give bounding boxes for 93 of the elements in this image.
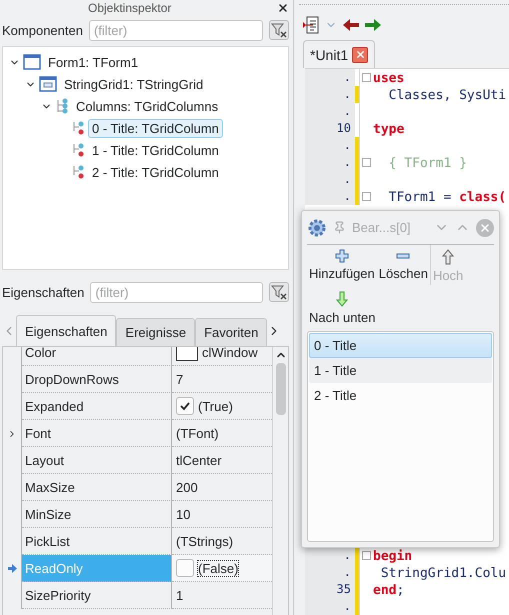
property-value: 200 [176,480,198,494]
fold-box[interactable] [362,192,371,201]
line-number: . [305,171,355,188]
property-value: (False) [198,560,238,576]
property-name[interactable]: DropDownRows [22,366,172,393]
line-number: . [305,69,355,86]
property-name[interactable]: SizePriority [22,582,172,609]
property-value: 1 [176,588,184,602]
property-value: (TFont) [176,426,219,440]
clear-filter-button[interactable] [269,282,289,302]
code-line: type [373,120,404,136]
line-number: . [305,598,355,615]
tab[interactable]: Eigenschaften [16,315,116,346]
checkmark-icon [179,400,191,412]
code-line: Classes, SysUti [388,86,506,102]
close-icon [354,49,366,60]
code-line: uses [373,70,404,86]
toolbar-button[interactable]: Löschen [376,245,430,285]
list-item[interactable]: 0 - Title [309,333,492,358]
filter-field[interactable]: (filter) [88,20,263,40]
close-tab-button[interactable] [352,46,368,62]
close-icon [479,222,491,234]
clear-filter-icon [271,284,287,300]
list-item[interactable]: 2 - Title [309,383,492,408]
forward-arrow-icon[interactable] [365,18,381,30]
property-name[interactable]: Layout [22,447,172,474]
window-title: Bear...s[0] [352,220,412,235]
property-name[interactable]: MinSize [22,501,172,528]
property-name[interactable]: Font [22,420,172,447]
fold-box[interactable] [362,73,371,82]
panel-title: Objektinspektor [88,1,172,15]
tree-item[interactable]: 2 - Title: TGridColumn [88,162,223,182]
line-number: . [305,137,355,154]
tree-item[interactable]: Form1: TForm1 [44,52,142,72]
window-icon [23,54,41,70]
line-number: . [305,188,355,205]
line-number: . [305,564,355,581]
property-name[interactable]: Expanded [22,393,172,420]
property-value: (TStrings) [176,534,234,548]
code-line: StringGrid1.Colu [380,564,506,580]
back-arrow-icon[interactable] [343,18,359,30]
clear-filter-icon [271,22,287,38]
code-line: { TForm1 } [388,154,467,170]
toolbar-button[interactable]: Nach unten [307,287,378,327]
down-arrow-icon [336,291,348,307]
nodes-icon [71,120,85,136]
line-number: . [305,86,355,103]
filter-field[interactable]: (filter) [90,282,263,302]
row-pointer-icon [8,564,16,573]
property-value: 7 [176,372,184,386]
nodes-icon [71,164,85,180]
line-number: 35 [305,581,355,598]
scrollbar[interactable] [272,347,288,615]
fold-box[interactable] [362,158,371,167]
code-line: begin [373,548,412,564]
property-value: (True) [198,398,233,414]
property-name[interactable]: MaxSize [22,474,172,501]
grid-component-icon [39,76,57,92]
nodes-icon [55,98,69,114]
tree-item[interactable]: 0 - Title: TGridColumn [88,118,223,138]
property-value: clWindow [202,347,258,360]
property-value: tlCenter [176,452,222,468]
nodes-icon [71,142,85,158]
up-arrow-icon [442,249,454,265]
line-number: . [305,154,355,171]
code-line: TForm1 = class( [388,188,506,204]
property-value: 10 [176,506,190,522]
scrollbar-thumb[interactable] [276,363,286,415]
tab[interactable]: Favoriten [195,318,268,346]
jump-list-icon[interactable] [303,16,319,34]
pin-icon[interactable] [333,221,346,234]
code-line: end; [373,582,404,598]
checkbox[interactable] [176,397,194,415]
properties-label: Eigenschaften [2,284,84,300]
clear-filter-button[interactable] [269,20,289,40]
fold-box[interactable] [362,551,371,560]
tab[interactable]: Ereignisse [116,318,196,346]
close-icon[interactable] [277,2,289,14]
checkbox[interactable] [176,559,194,577]
list-item[interactable]: 1 - Title [309,358,492,383]
components-label: Komponenten [2,22,83,38]
property-name[interactable]: Color [22,347,172,366]
line-number: . [305,547,355,564]
tree-item[interactable]: StringGrid1: TStringGrid [60,74,208,94]
line-number: 10 [305,120,355,137]
color-swatch [176,347,198,360]
tree-item[interactable]: 1 - Title: TGridColumn [88,140,223,160]
line-number: . [305,103,355,120]
plus-icon [334,249,349,263]
toolbar-button[interactable]: Hinzufügen [307,245,377,285]
tree-item[interactable]: Columns: TGridColumns [72,96,222,116]
editor-tab[interactable]: *Unit1 [303,40,376,68]
gear-icon [307,218,327,238]
